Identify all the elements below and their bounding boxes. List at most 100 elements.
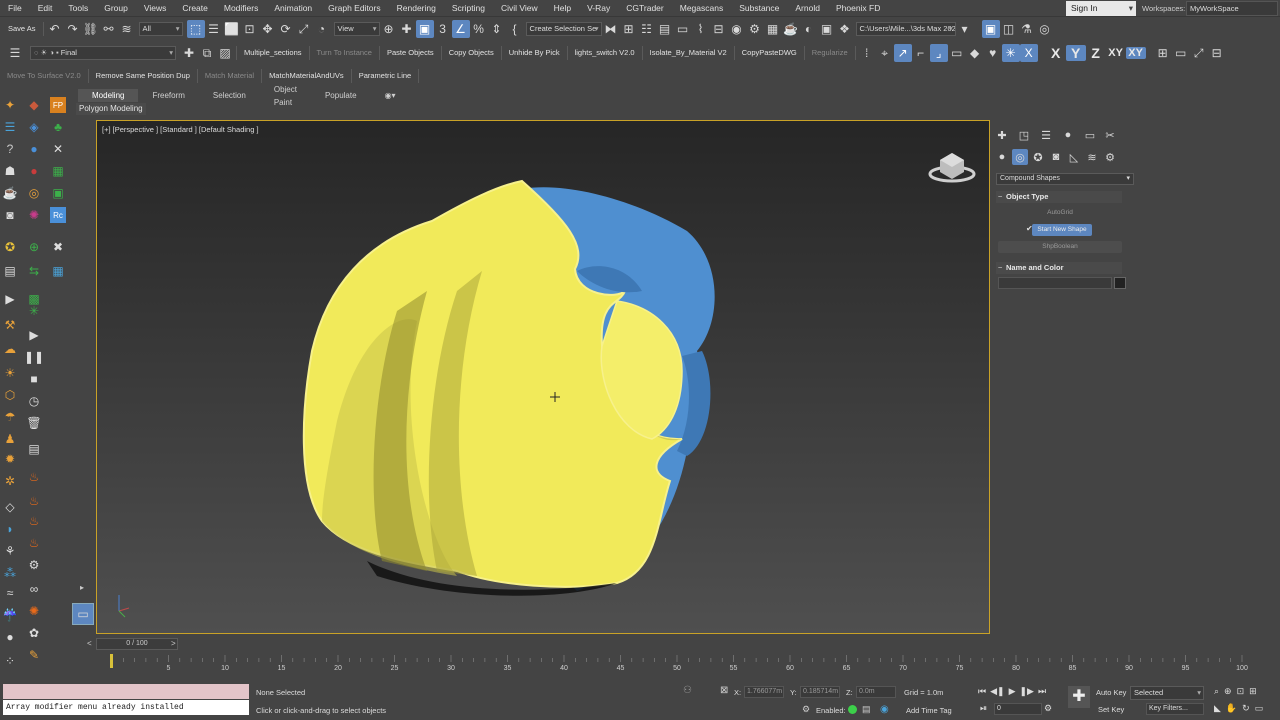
- sphere-icon[interactable]: ●: [2, 629, 18, 645]
- zoom-extents-all-icon[interactable]: ⊞: [1249, 686, 1257, 697]
- place-icon[interactable]: ◔: [313, 20, 331, 38]
- x-field[interactable]: 1.766077m: [744, 686, 784, 698]
- enabled-indicator[interactable]: [848, 705, 857, 714]
- menu-help[interactable]: Help: [546, 0, 579, 17]
- brush-icon[interactable]: ✎: [26, 647, 42, 663]
- snaps-toggle-icon[interactable]: 3: [434, 20, 452, 38]
- camera-icon[interactable]: ◙: [2, 207, 18, 223]
- reference-coordinate-select[interactable]: View: [333, 22, 380, 36]
- pan-icon[interactable]: ✋: [1226, 703, 1237, 714]
- set-key-button[interactable]: Set Key: [1098, 705, 1124, 714]
- menu-file[interactable]: File: [0, 0, 30, 17]
- angle-snap-icon[interactable]: ∠: [451, 20, 470, 38]
- layer-tools-icon[interactable]: ⧉: [198, 44, 216, 62]
- select-by-name-icon[interactable]: ☰: [205, 20, 223, 38]
- cube-icon[interactable]: ◆: [26, 97, 42, 113]
- drop-icon[interactable]: ●: [26, 141, 42, 157]
- rain-icon[interactable]: ☔: [2, 607, 18, 623]
- project-path-select[interactable]: C:\Users\Mile...\3ds Max 2021: [855, 22, 956, 36]
- ribbon-tab-populate[interactable]: Populate: [311, 89, 371, 102]
- grid-toggle-icon[interactable]: ⊟: [1208, 44, 1226, 62]
- vray-icon[interactable]: ◎: [1036, 20, 1054, 38]
- render-icon[interactable]: ❖: [836, 20, 854, 38]
- mirror-icon[interactable]: ⧓: [602, 20, 620, 38]
- snap-perp-icon[interactable]: ✳: [1001, 44, 1020, 62]
- create-tab-icon[interactable]: ✚: [994, 127, 1010, 143]
- select-move-icon[interactable]: ✥: [259, 20, 277, 38]
- geometry-icon[interactable]: ●: [994, 149, 1010, 165]
- fov-icon[interactable]: ◣: [1214, 703, 1221, 714]
- pivot-center-icon[interactable]: ⊕: [380, 20, 398, 38]
- snap-midpoint-icon[interactable]: ◆: [966, 44, 984, 62]
- script-button-copypastedwg[interactable]: CopyPasteDWG: [737, 46, 802, 60]
- pause-icon[interactable]: ❚❚: [24, 349, 44, 365]
- menu-group[interactable]: Group: [96, 0, 136, 17]
- hierarchy-tab-icon[interactable]: ☰: [1038, 127, 1054, 143]
- play-icon[interactable]: ▶: [1009, 686, 1016, 697]
- select-object-icon[interactable]: ⬚: [186, 20, 205, 38]
- ribbon-tab-selection[interactable]: Selection: [199, 89, 260, 102]
- select-manipulate-icon[interactable]: ✚: [398, 20, 416, 38]
- bind-space-warp-icon[interactable]: ≋: [118, 20, 136, 38]
- redo-icon[interactable]: ↷: [64, 20, 82, 38]
- ribbon-toggle-icon[interactable]: ▭: [674, 20, 692, 38]
- snap-face-icon[interactable]: ⌟: [929, 44, 948, 62]
- axis-constraint-z[interactable]: Z: [1086, 45, 1106, 61]
- utilities-tab-icon[interactable]: ✂: [1102, 127, 1118, 143]
- axis-constraint-xy[interactable]: XY: [1106, 47, 1126, 59]
- category-dropdown[interactable]: Compound Shapes ▾: [996, 173, 1134, 185]
- gear2-icon[interactable]: ⚙: [26, 557, 42, 573]
- unlink-icon[interactable]: ⚯: [100, 20, 118, 38]
- document-icon[interactable]: ▤: [26, 441, 42, 457]
- table-icon[interactable]: ▦: [50, 263, 66, 279]
- menu-modifiers[interactable]: Modifiers: [216, 0, 266, 17]
- snap-vertex-icon[interactable]: ⌖: [876, 44, 894, 62]
- expand-icon[interactable]: ⤢: [1190, 44, 1208, 62]
- menu-phoenix-fd[interactable]: Phoenix FD: [828, 0, 888, 17]
- grass-icon[interactable]: ⚘: [2, 543, 18, 559]
- menu-tools[interactable]: Tools: [60, 0, 96, 17]
- script-button-multiple-sections[interactable]: Multiple_sections: [239, 46, 307, 60]
- absolute-mode-icon[interactable]: ⊠: [720, 685, 728, 696]
- axis-constraint-x[interactable]: X: [1046, 45, 1066, 61]
- fp-script-icon[interactable]: FP: [50, 97, 66, 113]
- project-folder-icon[interactable]: ▾: [956, 20, 974, 38]
- object-color-swatch[interactable]: [1114, 277, 1126, 289]
- sparkle-icon[interactable]: ✳: [26, 303, 42, 319]
- ribbon-sub-panel[interactable]: Polygon Modeling: [76, 103, 146, 115]
- expand-arrow-icon[interactable]: ▸: [74, 579, 90, 595]
- name-color-rollout[interactable]: Name and Color: [996, 262, 1122, 274]
- snap-grid-icon[interactable]: ⁞: [858, 44, 876, 62]
- video-camera-icon[interactable]: ▶: [2, 291, 18, 307]
- script-button-unhide-by-pick[interactable]: Unhide By Pick: [504, 46, 565, 60]
- script-button-parametric-line[interactable]: Parametric Line: [354, 69, 417, 83]
- isolate-icon[interactable]: ⚇: [683, 685, 692, 696]
- select-rotate-icon[interactable]: ⟳: [277, 20, 295, 38]
- time-next-icon[interactable]: >: [171, 639, 176, 648]
- maximize-toggle-icon[interactable]: ▭: [1255, 703, 1264, 714]
- water-icon[interactable]: ◗: [2, 521, 18, 537]
- current-frame-field[interactable]: 0: [994, 703, 1042, 715]
- viewport-thumb-icon[interactable]: ▭: [72, 603, 94, 625]
- percent-snap-icon[interactable]: %: [470, 20, 488, 38]
- menu-scripting[interactable]: Scripting: [444, 0, 493, 17]
- autogrid-checkbox[interactable]: AutoGrid: [998, 207, 1122, 219]
- arrows-icon[interactable]: ⇆: [26, 263, 42, 279]
- script-button-paste-objects[interactable]: Paste Objects: [382, 46, 439, 60]
- track-bar[interactable]: 5 10 15 20 25 30 35 40 45 50 55 60 65 70 75 80 85 90 95 100: [76, 654, 1256, 678]
- keyboard-shortcut-override-icon[interactable]: ▣: [415, 20, 434, 38]
- key-mode-icon[interactable]: ⏯: [980, 703, 987, 714]
- script-button-move-to-surface-v2-0[interactable]: Move To Surface V2.0: [2, 69, 86, 83]
- menu-create[interactable]: Create: [174, 0, 216, 17]
- sun-icon[interactable]: ☀: [2, 365, 18, 381]
- tools-icon[interactable]: ✕: [50, 141, 66, 157]
- browse-icon[interactable]: ◫: [1000, 20, 1018, 38]
- menu-rendering[interactable]: Rendering: [389, 0, 444, 17]
- time-slider[interactable]: 0 / 100: [96, 638, 178, 650]
- coffee-icon[interactable]: ☕: [2, 185, 18, 201]
- time-config-button-icon[interactable]: ⚙: [1044, 703, 1052, 714]
- snap-endpoint-icon[interactable]: ▭: [948, 44, 966, 62]
- script-button-match-material[interactable]: Match Material: [200, 69, 259, 83]
- z-field[interactable]: 0.0m: [856, 686, 896, 698]
- help-icon[interactable]: ?: [2, 141, 18, 157]
